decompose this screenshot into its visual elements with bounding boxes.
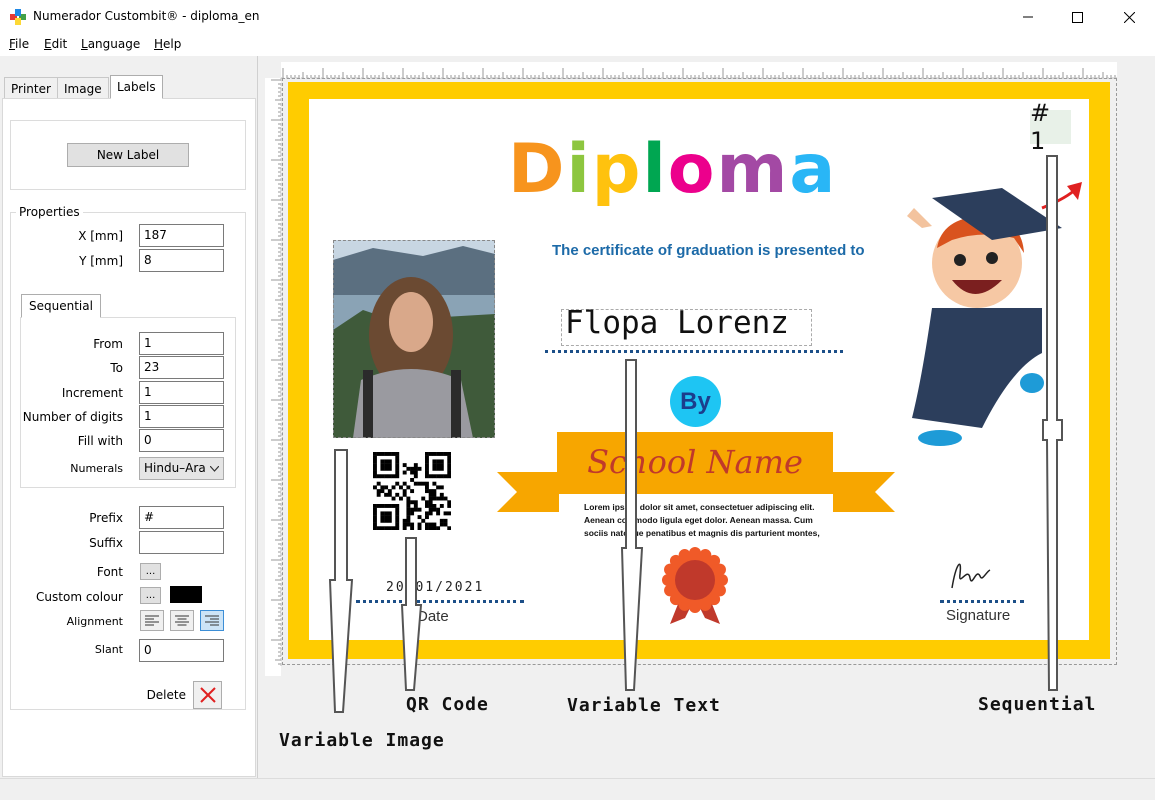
status-bar [0, 778, 1155, 800]
callout-sequential: Sequential [978, 694, 1097, 715]
callout-variable-text: Variable Text [567, 695, 721, 716]
callout-variable-image: Variable Image [279, 730, 445, 751]
callout-qr-code: QR Code [406, 694, 489, 715]
callout-arrows [328, 155, 1063, 713]
